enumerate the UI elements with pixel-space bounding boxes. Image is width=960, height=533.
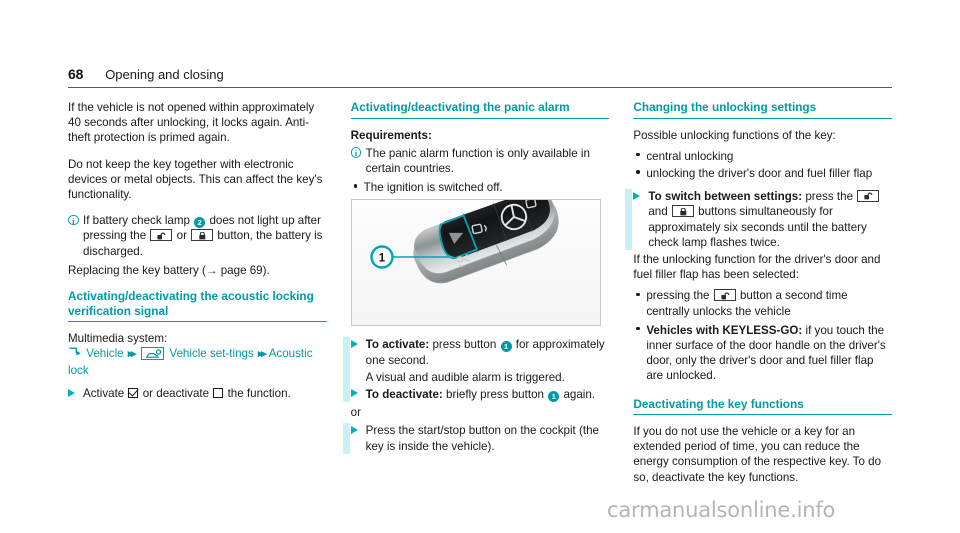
lock-button-icon — [671, 205, 694, 218]
action-switch-settings-label: To switch between settings: — [648, 190, 803, 204]
info-icon — [68, 213, 83, 259]
action-to-activate-text-before: press button — [432, 338, 497, 352]
label-multimedia-system: Multimedia system: — [68, 332, 168, 346]
callout-badge-1b: 1 — [548, 390, 560, 402]
menu-vehicle-icon — [68, 347, 86, 360]
action-start-stop-text: Press the start/stop button on the cockp… — [365, 424, 599, 453]
manual-page: 68 Opening and closing If the vehicle is… — [0, 0, 960, 533]
bullet-icon — [633, 288, 646, 318]
unlock-button-icon — [857, 190, 880, 203]
action-to-activate: To activate: press button 1 for approxim… — [350, 337, 610, 367]
action-start-stop: Press the start/stop button on the cockp… — [350, 423, 610, 453]
paragraph-selected-function: If the unlocking function for the driver… — [633, 252, 881, 282]
page-header: 68 Opening and closing — [68, 66, 892, 88]
bullet-central-unlocking: central unlocking — [633, 149, 892, 164]
menu-item-vehicle[interactable]: Vehicle — [86, 347, 123, 360]
bullet-icon — [633, 323, 646, 384]
lock-button-icon — [191, 229, 214, 242]
paragraph-deactivate-key: If you do not use the vehicle or a key f… — [633, 425, 882, 484]
note-panic-countries-text: The panic alarm function is only availab… — [365, 146, 590, 175]
svg-text:1: 1 — [378, 253, 385, 265]
chevron-right-icon-2: ▸▸ — [258, 348, 267, 361]
bullet-second-press: pressing the button a second time centra… — [633, 288, 892, 318]
page-title: Opening and closing — [105, 67, 224, 82]
action-activate-text-3: the function. — [227, 387, 291, 401]
action-activate-text-1: Activate — [83, 387, 125, 401]
checkbox-checked-icon[interactable] — [128, 388, 139, 399]
paragraph-key-handling: Do not keep the key together with electr… — [68, 157, 323, 202]
action-triangle-icon — [350, 337, 366, 367]
paragraph-unlocking-intro: Possible unlocking functions of the key: — [633, 128, 836, 142]
action-switch-conjunction: and — [648, 205, 668, 219]
bullet-keyless-go-label: Vehicles with KEYLESS-GO: — [646, 323, 803, 337]
figure-key-fob: 1 — [350, 199, 601, 327]
action-triangle-icon — [68, 386, 83, 401]
action-activate-deactivate: Activate or deactivate the function. — [68, 386, 327, 401]
subheading-requirements: Requirements: — [350, 128, 432, 142]
switch-settings-block: To switch between settings: press the an… — [625, 189, 892, 250]
bullet-icon — [633, 166, 646, 181]
action-switch-text-before: press the — [805, 190, 854, 204]
menu-item-vehicle-settings[interactable]: Vehicle set-tings — [169, 347, 253, 360]
note-panic-countries: The panic alarm function is only availab… — [350, 146, 610, 176]
action-to-deactivate-label: To deactivate: — [365, 387, 443, 401]
bullet-driver-door-unlocking: unlocking the driver's door and fuel fil… — [633, 166, 892, 181]
action-triangle-icon — [350, 423, 366, 453]
menu-path-acoustic-lock: Vehicle ▸▸ Vehicle set-tings ▸▸ Acoustic… — [68, 346, 327, 379]
heading-acoustic-locking: Activating/deactivating the acoustic loc… — [68, 289, 327, 323]
checkbox-unchecked-icon[interactable] — [213, 388, 224, 399]
chevron-right-icon-1: ▸▸ — [127, 348, 137, 361]
callout-badge-2: 2 — [194, 217, 206, 229]
heading-unlocking-settings: Changing the unlocking settings — [633, 100, 893, 119]
start-stop-instruction-block: Press the start/stop button on the cockp… — [342, 423, 610, 455]
bullet-icon — [633, 149, 646, 164]
info-icon — [350, 146, 366, 176]
paragraph-replace-battery: Replacing the key battery (→ page 69). — [68, 263, 270, 277]
content-columns: If the vehicle is not opened within appr… — [68, 100, 893, 496]
note-battery-check: If battery check lamp 2 does not light u… — [68, 213, 327, 259]
action-to-deactivate: To deactivate: briefly press button 1 ag… — [350, 387, 610, 402]
note-battery-conjunction: or — [176, 229, 187, 243]
action-to-activate-label: To activate: — [365, 338, 430, 352]
bullet-ignition-off: The ignition is switched off. — [351, 180, 610, 195]
watermark: carmanualsonline.info — [607, 498, 836, 522]
note-alarm-triggered: A visual and audible alarm is triggered. — [351, 370, 610, 385]
bullet-ignition-off-text: The ignition is switched off. — [363, 181, 503, 195]
note-alarm-triggered-text: A visual and audible alarm is triggered. — [365, 370, 565, 384]
heading-deactivating-key-functions: Deactivating the key functions — [633, 397, 893, 416]
unlock-button-icon — [713, 289, 736, 302]
bullet-driver-door-unlocking-text: unlocking the driver's door and fuel fil… — [646, 166, 873, 180]
page-number: 68 — [68, 66, 84, 82]
panic-instructions-block: To activate: press button 1 for approxim… — [342, 337, 610, 402]
left-column: If the vehicle is not opened within appr… — [68, 100, 327, 496]
note-battery-text-before: If battery check lamp — [83, 214, 190, 228]
middle-column: Activating/deactivating the panic alarm … — [342, 100, 610, 496]
paragraph-anti-theft: If the vehicle is not opened within appr… — [68, 101, 315, 145]
vehicle-settings-icon — [141, 346, 165, 360]
action-to-deactivate-text-after: again. — [563, 387, 596, 401]
bullet-keyless-go: Vehicles with KEYLESS-GO: if you touch t… — [633, 323, 892, 384]
action-activate-text-2: or deactivate — [142, 387, 210, 401]
bullet-second-press-before: pressing the — [646, 289, 710, 303]
action-triangle-icon — [633, 189, 648, 250]
heading-panic-alarm: Activating/deactivating the panic alarm — [350, 100, 610, 119]
callout-badge-1: 1 — [500, 341, 512, 353]
bullet-icon — [351, 180, 364, 195]
right-column: Changing the unlocking settings Possible… — [625, 100, 893, 496]
action-triangle-icon — [350, 387, 366, 402]
bullet-central-unlocking-text: central unlocking — [646, 149, 734, 163]
unlock-button-icon — [150, 229, 173, 242]
action-switch-settings: To switch between settings: press the an… — [633, 189, 892, 250]
label-or: or — [350, 406, 361, 420]
action-to-deactivate-text-before: briefly press button — [446, 387, 544, 401]
